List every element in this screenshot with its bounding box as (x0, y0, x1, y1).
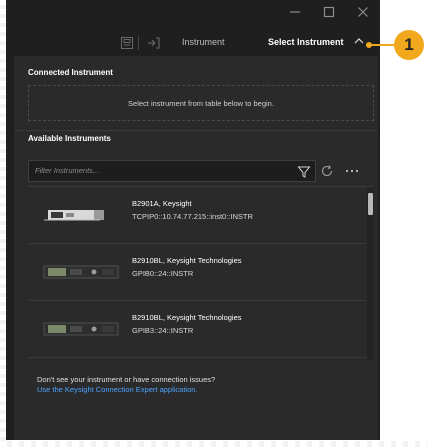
instrument-item[interactable]: B2901A, Keysight TCPIP0::10.74.77.215::i… (28, 187, 366, 244)
section-divider (14, 130, 378, 131)
filter-icon[interactable] (297, 165, 311, 179)
instrument-name: B2901A, Keysight (132, 199, 192, 208)
available-instruments-heading: Available Instruments (28, 134, 111, 143)
minimize-icon (290, 11, 300, 13)
source-meter-icon (44, 210, 104, 221)
instrument-address: GPIB3::24::INSTR (132, 326, 194, 335)
minimize-button[interactable] (278, 0, 312, 24)
callout-pointer (366, 42, 372, 48)
select-instrument-panel: Connected Instrument Select instrument f… (14, 56, 378, 440)
instrument-tab[interactable]: Instrument (182, 37, 225, 47)
connected-instrument-box: Select instrument from table below to be… (28, 85, 374, 121)
connected-instrument-message: Select instrument from table below to be… (128, 98, 274, 108)
source-meter-icon (43, 265, 119, 279)
instrument-name: B2910BL, Keysight Technologies (132, 256, 242, 265)
list-scrollbar[interactable] (367, 187, 374, 360)
select-instrument-button[interactable]: Select Instrument (268, 37, 344, 47)
instrument-item[interactable]: B2910BL, Keysight Technologies GPIB0::24… (28, 244, 366, 301)
toolbar: Instrument Select Instrument (6, 30, 380, 56)
close-button[interactable] (346, 0, 380, 24)
instrument-list: B2901A, Keysight TCPIP0::10.74.77.215::i… (28, 186, 374, 360)
filter-instruments-input[interactable]: Filter Instruments... (35, 166, 99, 175)
torn-edge-bottom (0, 441, 428, 447)
instrument-address: GPIB0::24::INSTR (132, 269, 194, 278)
refresh-icon[interactable] (320, 164, 334, 178)
source-meter-icon (43, 322, 119, 336)
connected-instrument-heading: Connected Instrument (28, 68, 113, 77)
filter-instruments-field[interactable]: Filter Instruments... (28, 160, 316, 182)
help-question: Don't see your instrument or have connec… (37, 375, 216, 384)
maximize-icon (323, 6, 335, 18)
more-options-icon[interactable] (344, 164, 360, 178)
instrument-address: TCPIP0::10.74.77.215::inst0::INSTR (132, 212, 253, 221)
app-window: Instrument Select Instrument Connected I… (6, 0, 380, 440)
chevron-up-icon[interactable] (353, 35, 365, 47)
instrument-item[interactable]: B2910BL, Keysight Technologies GPIB3::24… (28, 301, 366, 358)
save-state-icon[interactable] (120, 36, 134, 50)
callout-badge: 1 (394, 30, 424, 60)
maximize-button[interactable] (312, 0, 346, 24)
connection-expert-link[interactable]: Use the Keysight Connection Expert appli… (37, 385, 198, 394)
window-controls (278, 0, 380, 24)
instrument-name: B2910BL, Keysight Technologies (132, 313, 242, 322)
toolbar-separator (138, 36, 139, 50)
scrollbar-thumb[interactable] (368, 193, 373, 215)
close-icon (358, 7, 368, 17)
sign-in-icon[interactable] (147, 36, 161, 50)
